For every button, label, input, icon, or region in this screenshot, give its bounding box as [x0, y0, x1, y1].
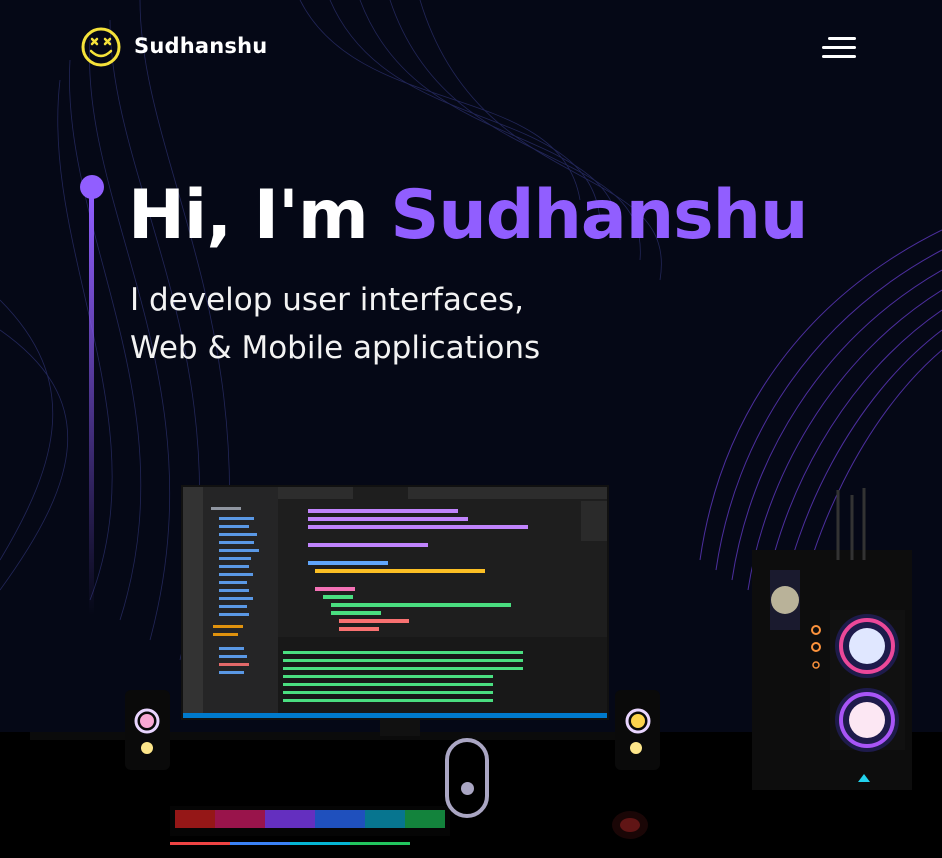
hero-greeting: Hi, I'm: [128, 176, 369, 255]
menu-line: [822, 46, 856, 49]
scroll-dot: [461, 782, 474, 795]
navbar: Sudhanshu: [0, 0, 942, 96]
hero-title: Hi, I'm Sudhanshu: [128, 176, 808, 256]
hero-subtitle-line2: Web & Mobile applications: [130, 330, 541, 366]
smiley-x-eyes-icon[interactable]: [80, 26, 122, 68]
monitor-code-editor: [181, 485, 609, 720]
hero-subtitle: I develop user interfaces, Web & Mobile …: [130, 276, 540, 372]
brand-name[interactable]: Sudhanshu: [134, 34, 267, 58]
hero-name: Sudhanshu: [390, 176, 808, 255]
code-editor-screen: [183, 487, 607, 718]
menu-line: [822, 55, 856, 58]
hero-subtitle-line1: I develop user interfaces,: [130, 282, 525, 318]
menu-line: [828, 37, 856, 40]
mouse-scroll-indicator-icon[interactable]: [445, 738, 489, 818]
hamburger-menu-icon[interactable]: [818, 34, 858, 62]
